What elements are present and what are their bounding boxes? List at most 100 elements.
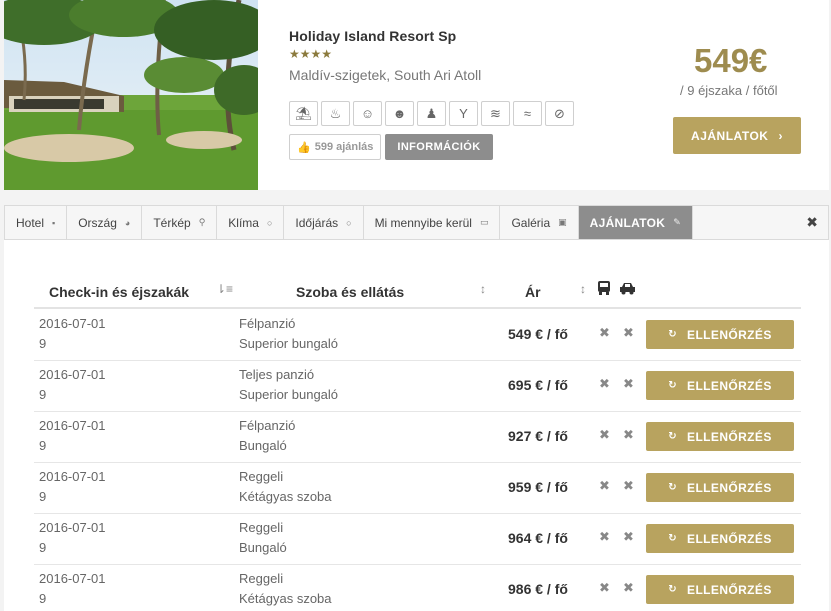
- board-type: Félpanzió: [239, 418, 296, 433]
- tab-label: Klíma: [228, 215, 259, 230]
- tab-label: Mi mennyibe kerül: [374, 215, 472, 230]
- offers-count-label: 599 ajánlás: [314, 141, 374, 153]
- offers-count-badge: 👍 599 ajánlás: [289, 134, 382, 160]
- check-button[interactable]: ↻ ELLENŐRZÉS: [646, 473, 794, 502]
- car-unavailable-icon: ✖: [623, 478, 634, 493]
- check-button-label: ELLENŐRZÉS: [687, 531, 772, 546]
- checkin-cell: 2016-07-01 9: [39, 467, 106, 507]
- tab-weather[interactable]: Időjárás ○: [284, 206, 364, 239]
- bus-unavailable-icon: ✖: [599, 427, 610, 442]
- tab-label: Galéria: [511, 215, 551, 230]
- offers-panel: Check-in és éjszakák ⇂≡ Szoba és ellátás…: [4, 240, 829, 611]
- bus-unavailable-icon: ✖: [599, 478, 610, 493]
- tab-label: Térkép: [153, 215, 191, 230]
- price-cell: 695 € / fő: [508, 377, 568, 393]
- star-rating: ★★★★: [289, 47, 333, 61]
- sort-icon[interactable]: ↕: [480, 282, 486, 296]
- from-price: 549€: [694, 42, 768, 79]
- car-unavailable-icon: ✖: [623, 325, 634, 340]
- check-button[interactable]: ↻ ELLENŐRZÉS: [646, 524, 794, 553]
- column-header-checkin[interactable]: Check-in és éjszakák: [49, 284, 189, 300]
- price-cell: 959 € / fő: [508, 479, 568, 495]
- room-cell: Félpanzió Bungaló: [239, 416, 295, 456]
- room-cell: Teljes panzió Superior bungaló: [239, 365, 338, 405]
- car-unavailable-icon: ✖: [623, 529, 634, 544]
- check-button[interactable]: ↻ ELLENŐRZÉS: [646, 371, 794, 400]
- board-type: Reggeli: [239, 571, 284, 586]
- room-cell: Reggeli Kétágyas szoba: [239, 569, 332, 609]
- room-type: Superior bungaló: [239, 387, 339, 402]
- bus-unavailable-icon: ✖: [599, 529, 610, 544]
- image-icon: ▣: [558, 217, 567, 227]
- check-button[interactable]: ↻ ELLENŐRZÉS: [646, 575, 794, 604]
- nights: 9: [39, 336, 47, 351]
- beach-icon: ⛱: [289, 101, 318, 126]
- board-type: Teljes panzió: [239, 367, 315, 382]
- weather-icon: ○: [346, 217, 352, 228]
- checkin-date: 2016-07-01: [39, 571, 106, 586]
- checkin-date: 2016-07-01: [39, 367, 106, 382]
- nights: 9: [39, 540, 47, 555]
- hotel-location: Maldív-szigetek, South Ari Atoll: [289, 67, 482, 83]
- hotel-name[interactable]: Holiday Island Resort Sp: [289, 28, 456, 44]
- price-cell: 964 € / fő: [508, 530, 568, 546]
- table-row: 2016-07-01 9 Félpanzió Superior bungaló …: [34, 310, 801, 361]
- hotel-card: Holiday Island Resort Sp ★★★★ Maldív-szi…: [4, 0, 829, 190]
- amenity-icons: ⛱ ♨ ☺ ☻ ♟ Y ≋ ≈ ⊘: [289, 101, 574, 126]
- offers-button[interactable]: AJÁNLATOK ›: [673, 117, 801, 154]
- nights: 9: [39, 387, 47, 402]
- sort-icon[interactable]: ↕: [580, 282, 586, 296]
- info-button[interactable]: INFORMÁCIÓK: [385, 134, 493, 160]
- refresh-icon: ↻: [668, 482, 678, 493]
- table-row: 2016-07-01 9 Teljes panzió Superior bung…: [34, 361, 801, 412]
- tab-label: Hotel: [16, 215, 45, 230]
- room-cell: Reggeli Kétágyas szoba: [239, 467, 332, 507]
- room-cell: Félpanzió Superior bungaló: [239, 314, 338, 354]
- column-header-room[interactable]: Szoba és ellátás: [296, 284, 404, 300]
- tab-country[interactable]: Ország ◕: [67, 206, 143, 239]
- check-button-label: ELLENŐRZÉS: [687, 327, 772, 342]
- nights: 9: [39, 591, 47, 606]
- pool-icon: ≈: [513, 101, 542, 126]
- map-pin-icon: ⚲: [198, 217, 206, 227]
- checkin-date: 2016-07-01: [39, 469, 106, 484]
- tab-gallery[interactable]: Galéria ▣: [500, 206, 579, 239]
- check-button-label: ELLENŐRZÉS: [687, 378, 772, 393]
- table-header: Check-in és éjszakák ⇂≡ Szoba és ellátás…: [34, 281, 801, 309]
- checkin-cell: 2016-07-01 9: [39, 314, 106, 354]
- checkin-cell: 2016-07-01 9: [39, 569, 106, 609]
- room-type: Kétágyas szoba: [239, 489, 332, 504]
- checkin-date: 2016-07-01: [39, 520, 106, 535]
- board-type: Félpanzió: [239, 316, 296, 331]
- check-button-label: ELLENŐRZÉS: [687, 582, 772, 597]
- bar-icon: Y: [449, 101, 478, 126]
- checkin-cell: 2016-07-01 9: [39, 416, 106, 456]
- tab-map[interactable]: Térkép ⚲: [142, 206, 218, 239]
- close-icon[interactable]: ✖: [806, 214, 818, 231]
- price-cell: 927 € / fő: [508, 428, 568, 444]
- clock-icon: ○: [266, 217, 273, 228]
- tab-label: Ország: [78, 215, 117, 230]
- table-row: 2016-07-01 9 Reggeli Kétágyas szoba 986 …: [34, 565, 801, 611]
- sort-desc-icon[interactable]: ⇂≡: [216, 282, 233, 296]
- check-button-label: ELLENŐRZÉS: [687, 429, 772, 444]
- tab-climate[interactable]: Klíma ○: [217, 206, 285, 239]
- hotel-photo[interactable]: [4, 0, 258, 190]
- tab-offers[interactable]: AJÁNLATOK ✎: [578, 206, 694, 239]
- price-cell: 549 € / fő: [508, 326, 568, 342]
- water-sports-icon: ≋: [481, 101, 510, 126]
- offers-table-body: 2016-07-01 9 Félpanzió Superior bungaló …: [34, 310, 801, 611]
- check-button[interactable]: ↻ ELLENŐRZÉS: [646, 320, 794, 349]
- family-icon: ☻: [385, 101, 414, 126]
- nights: 9: [39, 489, 47, 504]
- room-cell: Reggeli Bungaló: [239, 518, 287, 558]
- tag-icon: ✎: [673, 217, 682, 227]
- no-smoking-icon: ⊘: [545, 101, 574, 126]
- table-row: 2016-07-01 9 Reggeli Kétágyas szoba 959 …: [34, 463, 801, 514]
- board-type: Reggeli: [239, 469, 284, 484]
- check-button[interactable]: ↻ ELLENŐRZÉS: [646, 422, 794, 451]
- tab-hotel[interactable]: Hotel ▪: [5, 206, 68, 239]
- tab-costs[interactable]: Mi mennyibe kerül ▭: [364, 206, 501, 239]
- refresh-icon: ↻: [668, 584, 678, 595]
- column-header-price[interactable]: Ár: [525, 284, 541, 300]
